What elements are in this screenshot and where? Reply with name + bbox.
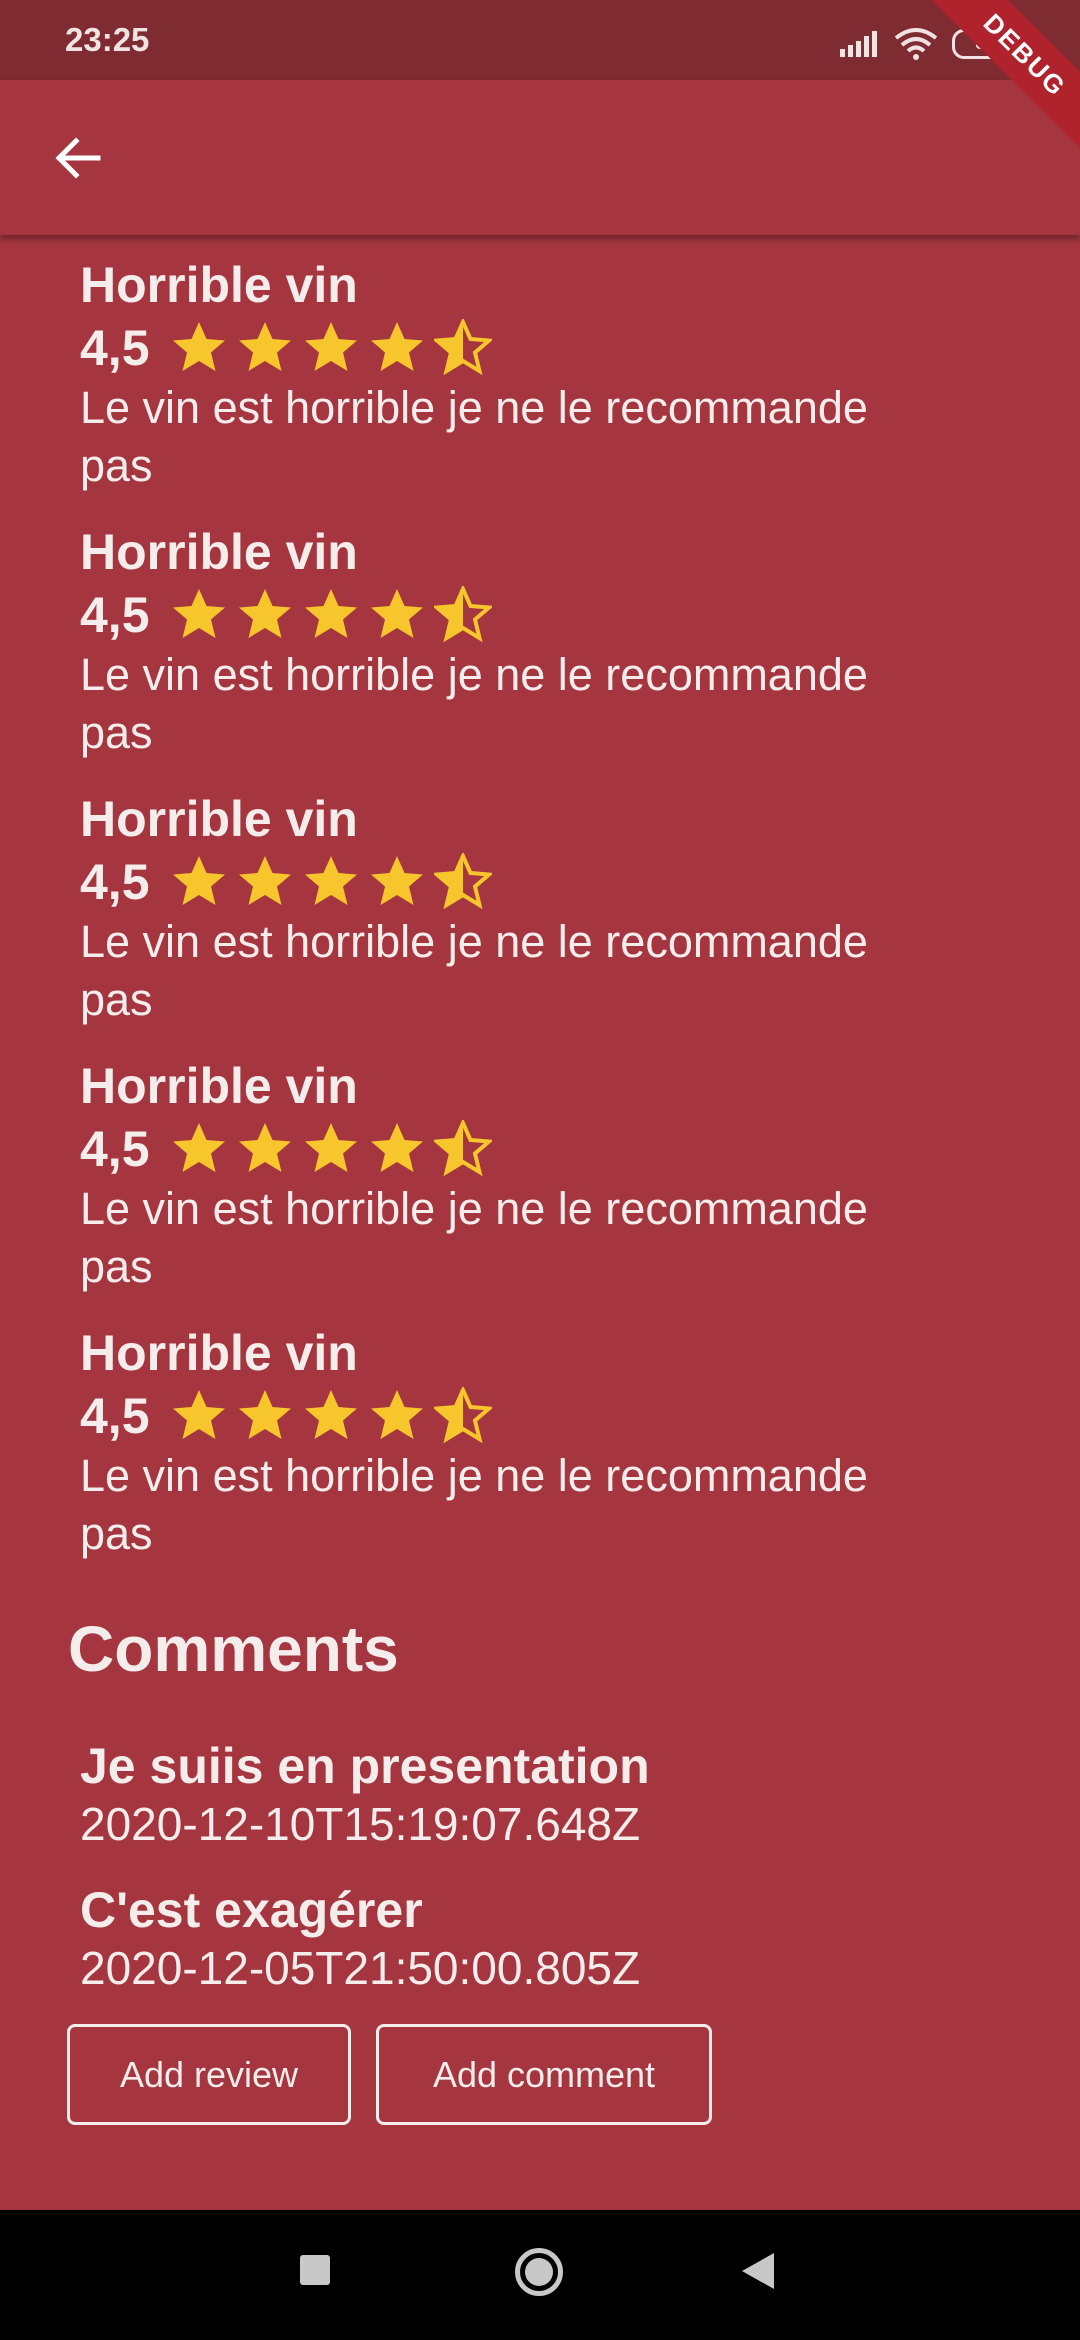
star-full-icon: [370, 856, 423, 905]
review-text-line: Le vin est horrible je ne le recommande: [80, 382, 868, 433]
star-half-icon: [433, 1387, 492, 1444]
system-nav-bar: [0, 2210, 1080, 2340]
star-half-icon: [433, 1120, 492, 1177]
rating-row: 4,5: [80, 315, 1020, 381]
home-icon[interactable]: [515, 2248, 563, 2296]
star-full-icon: [304, 322, 357, 371]
comment-item: C'est exagérer 2020-12-05T21:50:00.805Z: [80, 1880, 640, 1996]
status-bar: 23:25 88: [0, 0, 1080, 80]
rating-value: 4,5: [80, 1388, 150, 1444]
rating-value: 4,5: [80, 587, 150, 643]
star-full-icon: [238, 1390, 291, 1439]
wifi-icon: [894, 28, 938, 60]
comment-date: 2020-12-10T15:19:07.648Z: [80, 1798, 641, 1850]
review-text: Le vin est horrible je ne le recommande …: [80, 1447, 1020, 1563]
add-comment-button[interactable]: Add comment: [376, 2024, 712, 2125]
action-buttons: Add review Add comment: [67, 2024, 712, 2125]
rating-value: 4,5: [80, 1121, 150, 1177]
star-full-icon: [238, 589, 291, 638]
review-item: Horrible vin 4,5 Le vin est horrible je …: [80, 1056, 1020, 1296]
signal-icon: [840, 31, 877, 57]
rating-value: 4,5: [80, 854, 150, 910]
star-rating: [170, 1387, 492, 1445]
recents-icon[interactable]: [300, 2255, 330, 2285]
review-text-line: pas: [80, 1508, 153, 1559]
comments-heading: Comments: [68, 1613, 399, 1685]
review-title: Horrible vin: [80, 524, 358, 580]
star-full-icon: [238, 856, 291, 905]
review-text-line: Le vin est horrible je ne le recommande: [80, 649, 868, 700]
review-text: Le vin est horrible je ne le recommande …: [80, 379, 1020, 495]
review-text: Le vin est horrible je ne le recommande …: [80, 646, 1020, 762]
review-text: Le vin est horrible je ne le recommande …: [80, 913, 1020, 1029]
review-title: Horrible vin: [80, 1058, 358, 1114]
star-full-icon: [172, 1390, 225, 1439]
comment-date: 2020-12-05T21:50:00.805Z: [80, 1942, 641, 1994]
review-title: Horrible vin: [80, 791, 358, 847]
review-title: Horrible vin: [80, 1325, 358, 1381]
comment-title: C'est exagérer: [80, 1882, 423, 1938]
star-half-icon: [433, 853, 492, 910]
star-full-icon: [172, 589, 225, 638]
review-text-line: pas: [80, 974, 153, 1025]
star-full-icon: [238, 1123, 291, 1172]
review-text-line: pas: [80, 1241, 153, 1292]
star-full-icon: [370, 1123, 423, 1172]
review-text-line: Le vin est horrible je ne le recommande: [80, 1450, 868, 1501]
star-full-icon: [304, 856, 357, 905]
star-half-icon: [433, 586, 492, 643]
rating-value: 4,5: [80, 320, 150, 376]
review-text: Le vin est horrible je ne le recommande …: [80, 1180, 1020, 1296]
star-full-icon: [172, 1123, 225, 1172]
nav-back-icon[interactable]: [742, 2253, 774, 2289]
star-rating: [170, 1120, 492, 1178]
star-rating: [170, 586, 492, 644]
star-full-icon: [304, 1390, 357, 1439]
star-full-icon: [370, 1390, 423, 1439]
rating-row: 4,5: [80, 582, 1020, 648]
review-item: Horrible vin 4,5 Le vin est horrible je …: [80, 255, 1020, 495]
star-full-icon: [304, 1123, 357, 1172]
review-item: Horrible vin 4,5 Le vin est horrible je …: [80, 522, 1020, 762]
star-full-icon: [172, 856, 225, 905]
back-arrow-icon: [55, 137, 101, 179]
star-rating: [170, 319, 492, 377]
review-title: Horrible vin: [80, 257, 358, 313]
rating-row: 4,5: [80, 849, 1020, 915]
star-rating: [170, 853, 492, 911]
star-half-icon: [433, 319, 492, 376]
review-text-line: pas: [80, 440, 153, 491]
app-bar: [0, 80, 1080, 235]
home-icon-inner: [525, 2258, 553, 2286]
review-text-line: Le vin est horrible je ne le recommande: [80, 916, 868, 967]
rating-row: 4,5: [80, 1383, 1020, 1449]
star-full-icon: [370, 589, 423, 638]
star-full-icon: [238, 322, 291, 371]
review-text-line: pas: [80, 707, 153, 758]
status-time: 23:25: [65, 21, 150, 58]
star-full-icon: [370, 322, 423, 371]
back-button[interactable]: [38, 118, 118, 198]
comment-title: Je suiis en presentation: [80, 1738, 650, 1794]
review-item: Horrible vin 4,5 Le vin est horrible je …: [80, 1323, 1020, 1563]
star-full-icon: [304, 589, 357, 638]
comment-item: Je suiis en presentation 2020-12-10T15:1…: [80, 1736, 650, 1852]
star-full-icon: [172, 322, 225, 371]
review-text-line: Le vin est horrible je ne le recommande: [80, 1183, 868, 1234]
rating-row: 4,5: [80, 1116, 1020, 1182]
review-item: Horrible vin 4,5 Le vin est horrible je …: [80, 789, 1020, 1029]
add-review-button[interactable]: Add review: [67, 2024, 351, 2125]
